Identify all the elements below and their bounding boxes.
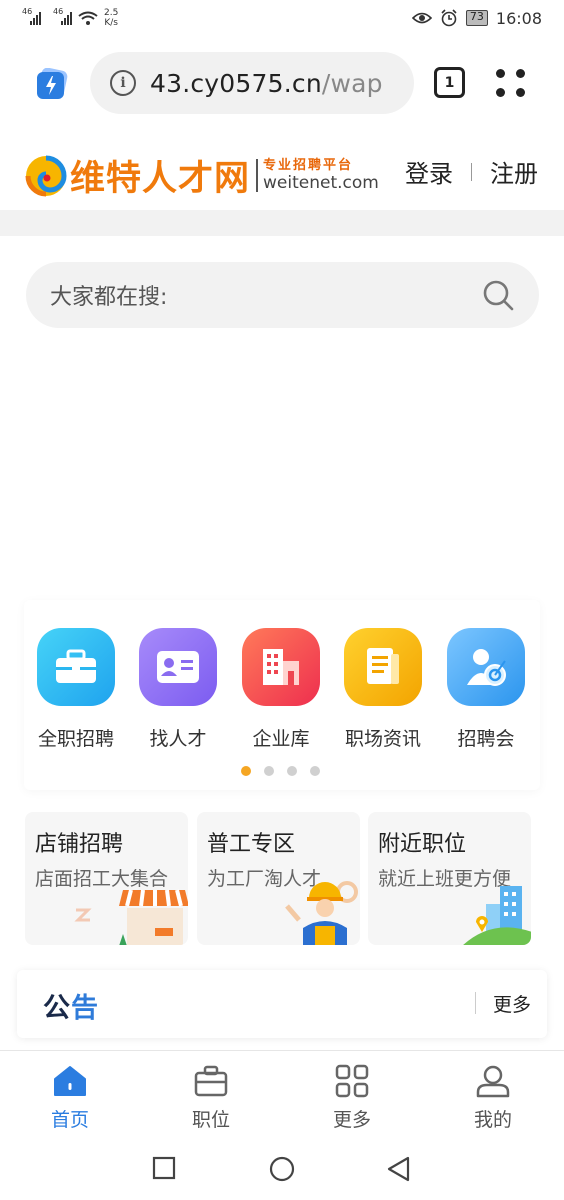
category-label: 全职招聘 [37, 728, 114, 750]
grid-icon [335, 1064, 369, 1098]
carousel-dot[interactable] [310, 766, 320, 776]
status-right: 73 16:08 [411, 8, 542, 28]
logo-domain: weitenet.com [263, 173, 379, 193]
briefcase-icon [37, 628, 115, 706]
clock: 16:08 [495, 8, 542, 28]
category-fulltime[interactable]: 全职招聘 [26, 628, 126, 751]
nav-label: 我的 [473, 1109, 512, 1131]
site-header: 维特人才网 专业招聘平台 weitenet.com 登录 注册 [0, 132, 564, 210]
feature-title: 附近职位 [378, 832, 467, 857]
feature-card-nearby-jobs[interactable]: 附近职位 就近上班更方便 [368, 812, 531, 945]
speed-value: 2.5 [104, 8, 119, 18]
category-job-fair[interactable]: 招聘会 [436, 628, 536, 751]
recent-apps-icon[interactable] [152, 1156, 176, 1180]
address-bar[interactable]: i 43.cy0575.cn/wap [90, 52, 414, 114]
lightning-icon[interactable] [36, 68, 68, 100]
tabs-button[interactable]: 1 [434, 67, 465, 98]
signal-label: 46 [53, 7, 64, 16]
briefcase-outline-icon [194, 1065, 228, 1097]
logo-slogan: 专业招聘平台 [263, 158, 354, 173]
info-icon[interactable]: i [110, 70, 136, 96]
speed-unit: K/s [104, 18, 118, 28]
decorative-icon [74, 908, 92, 922]
category-label: 找人才 [149, 728, 207, 750]
feature-title: 店铺招聘 [35, 832, 124, 857]
nav-more[interactable]: 更多 [307, 1063, 397, 1132]
wifi-icon [78, 11, 98, 25]
category-label: 职场资讯 [344, 728, 421, 750]
home-button-icon[interactable] [268, 1156, 296, 1184]
cell-signal-icon: 46 [53, 7, 72, 25]
id-card-icon [139, 628, 217, 706]
feature-title: 普工专区 [207, 832, 296, 857]
category-company-library[interactable]: 企业库 [231, 628, 331, 751]
url-host: 43.cy0575.cn [150, 68, 322, 98]
category-workplace-news[interactable]: 职场资讯 [333, 628, 433, 751]
notice-bar[interactable]: 公告 更多 [17, 970, 547, 1038]
system-navigation [0, 1140, 564, 1200]
url-text[interactable]: 43.cy0575.cn/wap [150, 69, 383, 98]
bottom-navigation: 首页 职位 更多 我的 [0, 1050, 564, 1138]
carousel-dot[interactable] [287, 766, 297, 776]
logo-swirl-icon [25, 155, 67, 196]
logo-name: 维特人才网 [70, 159, 251, 199]
search-input[interactable]: 大家都在搜: [26, 262, 539, 328]
signal-label: 46 [22, 7, 33, 16]
auth-links: 登录 注册 [405, 154, 538, 189]
nav-profile[interactable]: 我的 [448, 1063, 538, 1132]
status-bar: 46 46 2.5 K/s 73 16:08 [0, 0, 564, 36]
nav-label: 职位 [191, 1109, 230, 1131]
notice-title: 公告 [43, 986, 99, 1025]
user-icon [476, 1065, 510, 1098]
notice-title-part: 公 [43, 993, 71, 1024]
notice-divider [475, 992, 476, 1014]
search-placeholder: 大家都在搜: [50, 285, 168, 310]
building-icon [242, 628, 320, 706]
nav-label: 首页 [50, 1109, 89, 1131]
search-icon[interactable] [481, 278, 515, 312]
nav-home[interactable]: 首页 [25, 1063, 115, 1132]
back-icon[interactable] [386, 1156, 412, 1184]
worker-icon [285, 881, 358, 945]
feature-card-general-workers[interactable]: 普工专区 为工厂淘人才 [197, 812, 360, 945]
carousel-dot[interactable] [264, 766, 274, 776]
job-fair-icon [447, 628, 525, 706]
cell-signal-icon: 46 [22, 7, 41, 25]
login-link[interactable]: 登录 [405, 154, 453, 189]
register-link[interactable]: 注册 [490, 154, 538, 189]
home-icon [54, 1066, 86, 1096]
carousel-dot-active[interactable] [241, 766, 251, 776]
logo-tagline: 专业招聘平台 weitenet.com [256, 159, 379, 192]
browser-menu-icon[interactable] [494, 68, 526, 98]
category-panel: 全职招聘 找人才 企业库 职场资讯 招聘会 [24, 600, 540, 790]
nav-label: 更多 [332, 1109, 371, 1131]
carousel-indicator [241, 766, 320, 776]
notice-more-link[interactable]: 更多 [493, 990, 531, 1017]
nav-jobs[interactable]: 职位 [166, 1063, 256, 1132]
alarm-icon [441, 9, 457, 27]
category-find-talent[interactable]: 找人才 [128, 628, 228, 751]
section-divider [0, 210, 564, 236]
browser-toolbar: i 43.cy0575.cn/wap 1 [0, 50, 564, 116]
url-path: /wap [321, 68, 383, 98]
news-icon [344, 628, 422, 706]
status-left: 46 46 2.5 K/s [22, 7, 118, 28]
storefront-icon [119, 889, 188, 945]
network-speed: 2.5 K/s [104, 8, 118, 28]
eye-comfort-icon [411, 12, 432, 24]
category-label: 企业库 [252, 728, 310, 750]
feature-card-store-jobs[interactable]: 店铺招聘 店面招工大集合 [25, 812, 188, 945]
city-map-icon [463, 886, 531, 945]
auth-divider [471, 162, 472, 181]
category-label: 招聘会 [457, 728, 515, 750]
site-logo[interactable]: 维特人才网 专业招聘平台 weitenet.com [24, 150, 379, 201]
battery-indicator: 73 [465, 10, 488, 26]
notice-title-part: 告 [71, 993, 99, 1024]
